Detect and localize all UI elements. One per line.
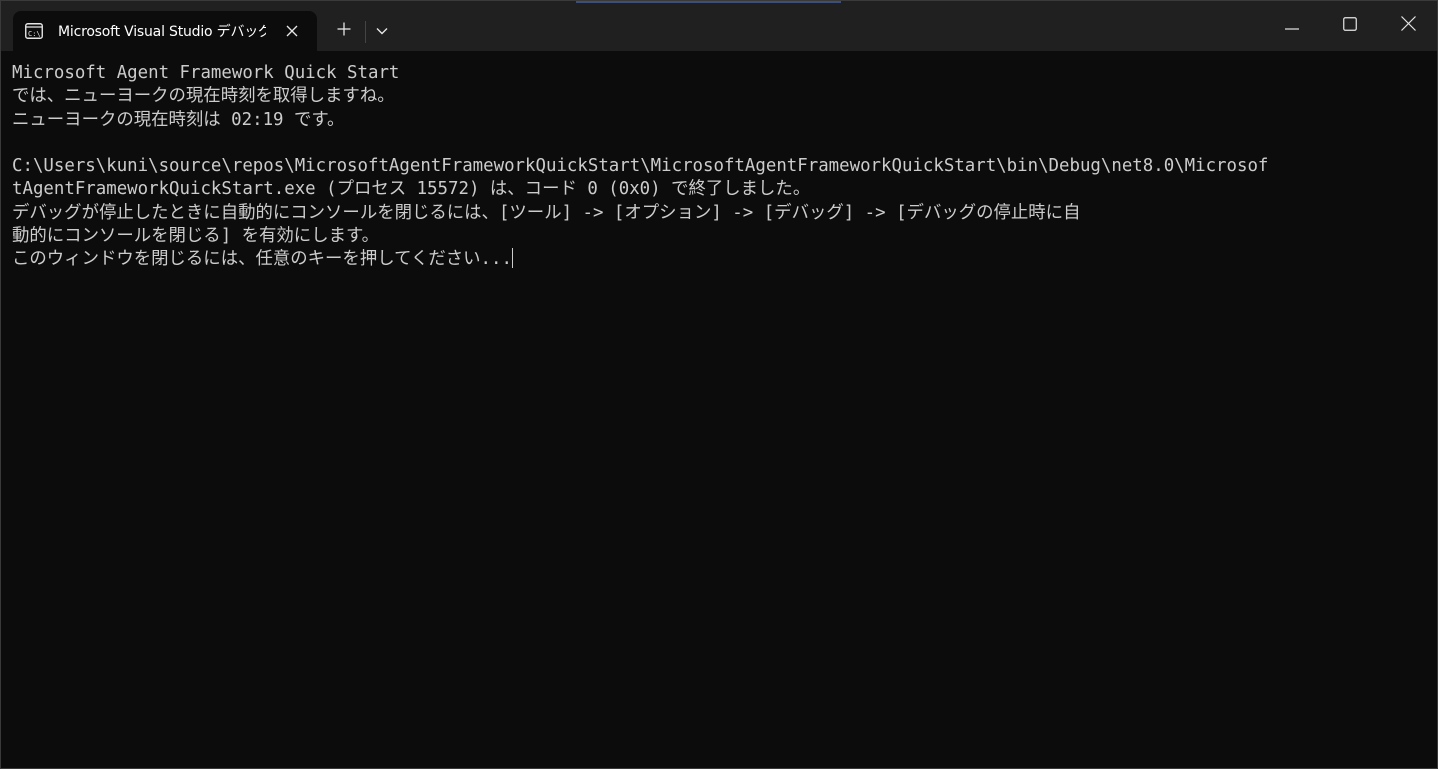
close-tab-icon[interactable] xyxy=(283,22,301,40)
minimize-button[interactable] xyxy=(1263,1,1321,51)
svg-text:C:\: C:\ xyxy=(28,30,41,38)
close-icon xyxy=(1400,16,1416,36)
chevron-down-icon xyxy=(376,22,388,40)
console-line: C:\Users\kuni\source\repos\MicrosoftAgen… xyxy=(12,156,1269,177)
new-tab-button[interactable] xyxy=(329,15,359,47)
console-line: 動的にコンソールを閉じる] を有効にします。 xyxy=(12,226,380,247)
title-accent xyxy=(576,1,841,3)
console-line: ニューヨークの現在時刻は 02:19 です。 xyxy=(12,109,345,130)
terminal-window: C:\ Microsoft Visual Studio デバッグ Microso… xyxy=(0,0,1438,769)
tab-visual-studio-debug[interactable]: C:\ Microsoft Visual Studio デバッグ xyxy=(13,11,317,51)
text-cursor xyxy=(511,248,513,269)
close-window-button[interactable] xyxy=(1379,1,1437,51)
minimize-icon xyxy=(1285,17,1299,35)
prompt-text: このウィンドウを閉じるには、任意のキーを押してください... xyxy=(12,249,512,270)
title-bar[interactable]: C:\ Microsoft Visual Studio デバッグ xyxy=(1,1,1437,51)
maximize-icon xyxy=(1343,16,1357,36)
console-icon: C:\ xyxy=(25,23,43,39)
tab-title: Microsoft Visual Studio デバッグ xyxy=(58,24,266,40)
console-line: では、ニューヨークの現在時刻を取得しますね。 xyxy=(12,86,395,107)
plus-icon xyxy=(337,22,351,41)
profiles-dropdown-button[interactable] xyxy=(369,15,395,47)
console-line: デバッグが停止したときに自動的にコンソールを閉じるには、[ツール] -> [オプ… xyxy=(12,202,1081,223)
console-line: Microsoft Agent Framework Quick Start xyxy=(12,63,400,83)
maximize-button[interactable] xyxy=(1321,1,1379,51)
console-line: tAgentFrameworkQuickStart.exe (プロセス 1557… xyxy=(12,179,811,200)
console-output[interactable]: Microsoft Agent Framework Quick Start では… xyxy=(12,62,1426,752)
console-line-prompt: このウィンドウを閉じるには、任意のキーを押してください... xyxy=(12,248,1426,271)
tab-separator xyxy=(365,21,366,43)
